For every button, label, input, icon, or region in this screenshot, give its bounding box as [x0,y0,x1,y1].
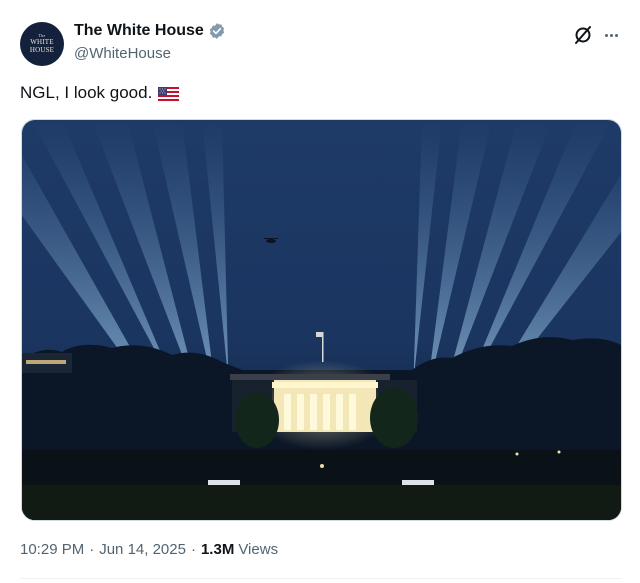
avatar-text-white: WHITE [30,38,54,46]
display-name[interactable]: The White House [74,22,204,40]
tweet-date[interactable]: Jun 14, 2025 [99,541,186,558]
us-flag-emoji [158,86,180,101]
tweet-time[interactable]: 10:29 PM [20,541,84,558]
tweet-text: NGL, I look good. [20,83,180,103]
views-label: Views [238,541,279,558]
handle[interactable]: @WhiteHouse [74,45,171,62]
verified-badge-icon[interactable] [208,22,226,40]
more-dot [609,33,613,37]
avatar[interactable]: The WHITE HOUSE [20,22,64,66]
tweet-card: The WHITE HOUSE The White House @WhiteHo… [0,0,640,583]
views-count: 1.3M [200,541,235,558]
divider [20,578,622,579]
tweet-metadata: 10:29 PM · Jun 14, 2025 · 1.3M Views [20,541,278,558]
tweet-text-content: NGL, I look good. [20,83,153,102]
tweet-photo[interactable] [21,119,622,521]
author-name-row: The White House [74,22,226,40]
meta-separator: · [190,541,196,558]
more-dot [614,33,618,37]
grok-icon[interactable] [572,24,594,46]
more-options-icon[interactable] [600,24,622,46]
avatar-text-house: HOUSE [29,46,55,54]
meta-separator: · [89,541,95,558]
more-dot [604,33,608,37]
